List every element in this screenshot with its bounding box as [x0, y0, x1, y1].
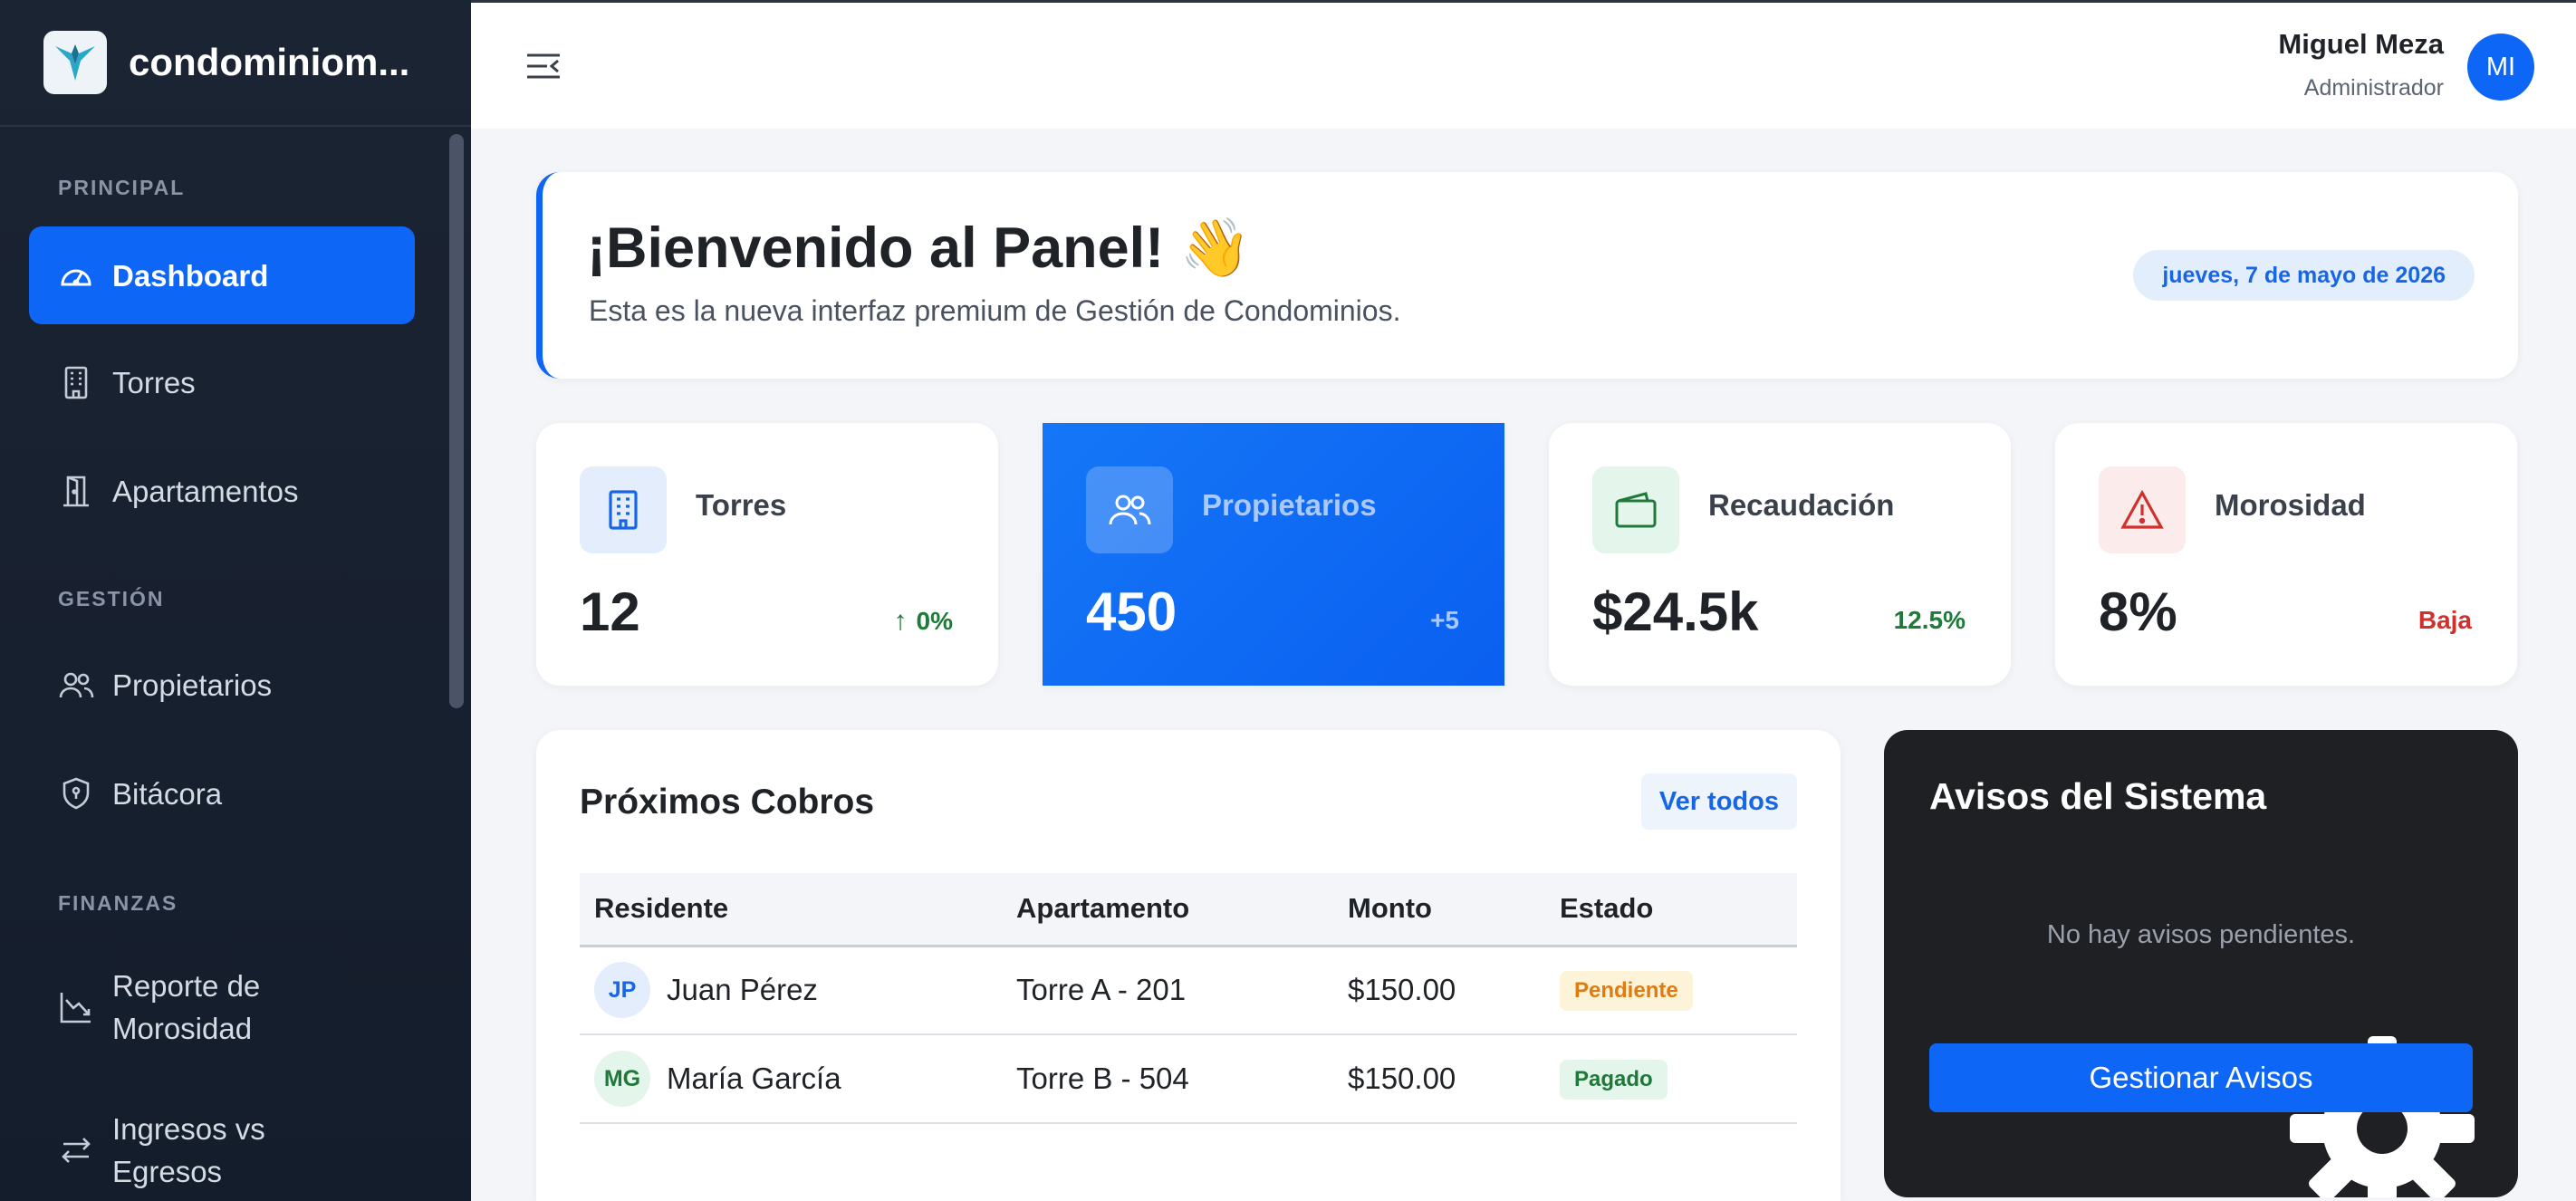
stat-trend: 12.5% — [1893, 606, 1966, 634]
stat-value: 8% — [2099, 581, 2177, 642]
stat-label: Propietarios — [1202, 488, 1377, 522]
apartamento-cell: Torre A - 201 — [1016, 973, 1187, 1007]
user-name: Miguel Meza — [2278, 28, 2444, 60]
sidebar-item-label: Ingresos vs Egresos — [112, 1112, 265, 1188]
arrow-up-icon: ↑ — [893, 606, 908, 636]
wallet-icon — [1592, 466, 1679, 553]
topbar: Miguel Meza Administrador MI — [471, 0, 2576, 129]
sidebar-item-torres[interactable]: Torres — [29, 339, 415, 426]
residente-cell: JP Juan Pérez — [580, 946, 1002, 1034]
avisos-card: Avisos del Sistema No hay avisos pendien… — [1884, 730, 2518, 1197]
status-badge: Pagado — [1560, 1059, 1668, 1100]
stat-card-torres[interactable]: Torres 12 ↑ 0% — [536, 423, 998, 686]
avatar: JP — [594, 962, 650, 1019]
residente-name: María García — [667, 1062, 841, 1095]
sidebar-item-label: Dashboard — [112, 258, 269, 293]
sidebar-item-label: Propietarios — [112, 668, 273, 702]
avisos-title: Avisos del Sistema — [1929, 775, 2267, 817]
table-row[interactable]: MG María García Torre B - 504 $150.00 Pa… — [580, 1034, 1797, 1123]
cobros-title: Próximos Cobros — [580, 783, 875, 821]
stat-card-propietarios[interactable]: Propietarios 450 +5 — [1043, 423, 1504, 686]
table-header-row: Residente Apartamento Monto Estado — [580, 873, 1797, 946]
sidebar-item-reporte-morosidad[interactable]: Reporte de Morosidad — [29, 960, 415, 1054]
brand-name: condominiom... — [129, 41, 410, 83]
gestionar-avisos-button[interactable]: Gestionar Avisos — [1929, 1043, 2473, 1112]
stat-value: 12 — [580, 581, 640, 642]
stat-trend: +5 — [1430, 606, 1459, 634]
monto-cell: $150.00 — [1348, 1062, 1456, 1095]
column-header: Estado — [1560, 892, 1654, 925]
sidebar-scrollbar[interactable] — [449, 134, 464, 708]
column-header: Monto — [1348, 892, 1432, 925]
section-label-gestion: GESTIÓN — [58, 587, 165, 610]
gauge-icon — [58, 257, 94, 293]
sidebar-item-apartamentos[interactable]: Apartamentos — [29, 447, 415, 534]
avisos-empty-message: No hay avisos pendientes. — [2046, 920, 2356, 949]
users-icon — [58, 667, 94, 703]
stat-trend-value: 0% — [916, 607, 953, 635]
welcome-title: ¡Bienvenido al Panel! 👋 — [587, 216, 1252, 280]
stat-trend: Baja — [2417, 606, 2472, 634]
column-header: Apartamento — [1016, 892, 1190, 925]
stat-card-recaudacion[interactable]: Recaudación $24.5k 12.5% — [1549, 423, 2011, 686]
users-icon — [1086, 466, 1173, 553]
building-icon — [58, 364, 94, 400]
chart-down-icon — [58, 989, 94, 1025]
cobros-table: Residente Apartamento Monto Estado JP Ju… — [580, 873, 1797, 1124]
stat-value: 450 — [1086, 581, 1177, 642]
monto-cell: $150.00 — [1348, 973, 1456, 1007]
sidebar-item-label: Reporte de Morosidad — [112, 969, 261, 1045]
table-row[interactable]: JP Juan Pérez Torre A - 201 $150.00 Pend… — [580, 946, 1797, 1034]
date-badge: jueves, 7 de mayo de 2026 — [2133, 250, 2475, 301]
sidebar-item-bitacora[interactable]: Bitácora — [29, 750, 415, 837]
welcome-card: ¡Bienvenido al Panel! 👋 Esta es la nueva… — [536, 172, 2518, 379]
sidebar-item-label: Bitácora — [112, 776, 223, 811]
section-label-finanzas: FINANZAS — [58, 891, 178, 915]
proximos-cobros-card: Próximos Cobros Ver todos Residente Apar… — [536, 730, 1841, 1201]
stat-value: $24.5k — [1592, 581, 1759, 642]
user-role: Administrador — [2303, 75, 2444, 101]
avatar: MG — [594, 1051, 650, 1107]
sidebar-item-ingresos-egresos[interactable]: Ingresos vs Egresos — [29, 1103, 415, 1197]
estado-cell: Pagado — [1545, 1034, 1797, 1123]
shield-icon — [58, 775, 94, 812]
sidebar-item-propietarios[interactable]: Propietarios — [29, 641, 415, 728]
residente-name: Juan Pérez — [667, 973, 818, 1007]
menu-toggle-icon[interactable] — [525, 50, 562, 82]
alert-triangle-icon — [2099, 466, 2186, 553]
logo-icon — [43, 31, 107, 94]
sidebar-item-dashboard[interactable]: Dashboard — [29, 226, 415, 324]
residente-cell: MG María García — [580, 1034, 1002, 1123]
apartamento-cell: Torre B - 504 — [1016, 1062, 1189, 1095]
ver-todos-button[interactable]: Ver todos — [1640, 773, 1797, 830]
stat-label: Recaudación — [1708, 488, 1895, 522]
column-header: Residente — [594, 892, 729, 925]
stat-trend: ↑ 0% — [894, 606, 953, 637]
estado-cell: Pendiente — [1545, 946, 1797, 1034]
arrows-icon — [58, 1132, 94, 1168]
welcome-subtitle: Esta es la nueva interfaz premium de Ges… — [589, 294, 1401, 327]
sidebar-item-label: Apartamentos — [112, 474, 299, 508]
door-icon — [58, 473, 94, 509]
status-badge: Pendiente — [1560, 970, 1693, 1011]
avatar[interactable]: MI — [2467, 34, 2534, 101]
sidebar-item-label: Torres — [112, 365, 196, 399]
stat-card-morosidad[interactable]: Morosidad 8% Baja — [2055, 423, 2517, 686]
sidebar: condominiom... PRINCIPAL Dashboard Torre… — [0, 0, 471, 1201]
stat-label: Morosidad — [2215, 488, 2366, 522]
building-icon — [580, 466, 667, 553]
brand[interactable]: condominiom... — [0, 0, 471, 127]
stat-label: Torres — [696, 488, 787, 522]
section-label-principal: PRINCIPAL — [58, 176, 186, 199]
